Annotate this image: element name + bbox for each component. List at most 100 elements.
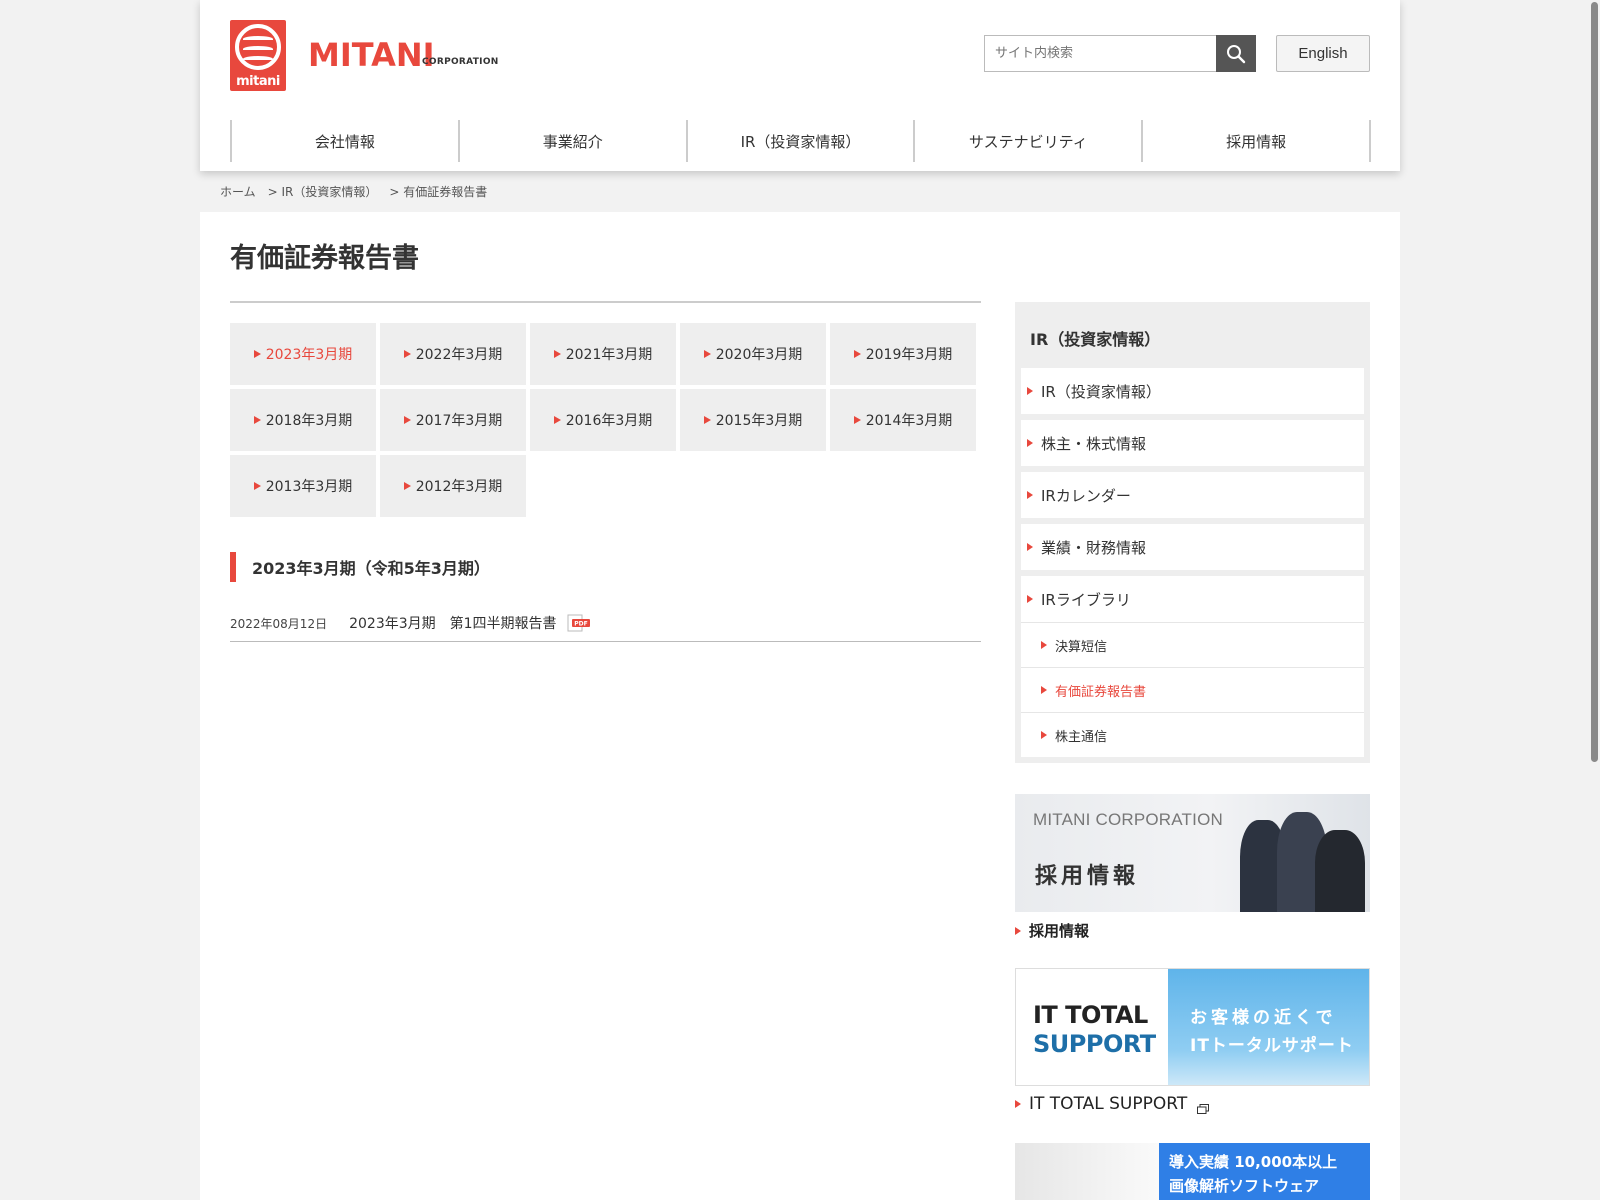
side-nav-subitem-label: 株主通信 bbox=[1055, 729, 1108, 745]
recruit-link[interactable]: 採用情報 bbox=[1015, 920, 1089, 941]
global-nav: 会社情報 事業紹介 IR（投資家情報） サステナビリティ 採用情報 bbox=[230, 120, 1371, 162]
document-link[interactable]: 2023年3月期 第1四半期報告書 bbox=[349, 613, 556, 633]
search-button[interactable] bbox=[1216, 35, 1256, 72]
side-nav-item[interactable]: 業績・財務情報 bbox=[1021, 524, 1364, 570]
it-banner-title-1: IT TOTAL bbox=[1033, 1001, 1148, 1029]
image-analysis-banner[interactable]: 導入実績 10,000本以上 画像解析ソフトウェア bbox=[1015, 1143, 1370, 1200]
triangle-right-icon bbox=[403, 482, 411, 490]
year-tab-label: 2023年3月期 bbox=[265, 347, 353, 363]
triangle-right-icon bbox=[1015, 1100, 1021, 1108]
section-heading: 2023年3月期（令和5年3月期） bbox=[230, 552, 490, 582]
year-tab[interactable]: 2012年3月期 bbox=[380, 455, 526, 517]
side-nav-item-label: 株主・株式情報 bbox=[1041, 434, 1147, 453]
gnav-item-ir[interactable]: IR（投資家情報） bbox=[688, 120, 916, 162]
side-nav-item[interactable]: 株主・株式情報 bbox=[1021, 420, 1364, 466]
it-support-link-label: IT TOTAL SUPPORT bbox=[1029, 1094, 1188, 1114]
gnav-item-business[interactable]: 事業紹介 bbox=[460, 120, 688, 162]
triangle-right-icon bbox=[403, 416, 411, 424]
breadcrumb-current: > 有価証券報告書 bbox=[389, 185, 488, 199]
recruit-banner[interactable]: MITANI CORPORATION 採用情報 bbox=[1015, 794, 1370, 912]
triangle-right-icon bbox=[703, 350, 711, 358]
year-tab[interactable]: 2017年3月期 bbox=[380, 389, 526, 451]
year-tab[interactable]: 2013年3月期 bbox=[230, 455, 376, 517]
triangle-right-icon bbox=[1027, 595, 1033, 603]
logo-wave-icon bbox=[243, 46, 273, 52]
gnav-item-recruit[interactable]: 採用情報 bbox=[1143, 120, 1371, 162]
triangle-right-icon bbox=[253, 350, 261, 358]
side-nav-item-label: 業績・財務情報 bbox=[1041, 538, 1147, 557]
triangle-right-icon bbox=[1027, 543, 1033, 551]
image-banner-line-2: 画像解析ソフトウェア bbox=[1169, 1177, 1320, 1195]
side-nav-item[interactable]: IR（投資家情報） bbox=[1021, 368, 1364, 414]
logo-wave-icon bbox=[243, 56, 273, 62]
person-photo-icon bbox=[1315, 830, 1365, 912]
recruit-banner-title: 採用情報 bbox=[1035, 864, 1140, 889]
year-tab-label: 2018年3月期 bbox=[265, 413, 353, 429]
side-nav-subitem[interactable]: 株主通信 bbox=[1021, 712, 1364, 757]
triangle-right-icon bbox=[1027, 387, 1033, 395]
gnav-item-sustainability[interactable]: サステナビリティ bbox=[915, 120, 1144, 162]
triangle-right-icon bbox=[1041, 686, 1047, 694]
breadcrumb: ホーム > IR（投資家情報） > 有価証券報告書 bbox=[200, 171, 1400, 212]
year-tab-label: 2014年3月期 bbox=[865, 413, 953, 429]
document-row: 2022年08月12日 2023年3月期 第1四半期報告書 PDF bbox=[230, 604, 981, 642]
year-tab-grid: 2023年3月期 2022年3月期 2021年3月期 2020年3月期 2019… bbox=[230, 323, 981, 517]
side-nav-subitem[interactable]: 決算短信 bbox=[1021, 622, 1364, 667]
svg-text:PDF: PDF bbox=[574, 621, 587, 628]
side-nav-item-label: IRカレンダー bbox=[1041, 486, 1131, 505]
side-nav-item[interactable]: IRライブラリ bbox=[1021, 576, 1364, 622]
microscope-photo-icon bbox=[1015, 1143, 1159, 1200]
year-tab[interactable]: 2018年3月期 bbox=[230, 389, 376, 451]
year-tab[interactable]: 2022年3月期 bbox=[380, 323, 526, 385]
page: mitani MITANI CORPORATION English 会社情報 事… bbox=[200, 0, 1400, 1200]
side-nav: IR（投資家情報） IR（投資家情報） 株主・株式情報 IRカレンダー 業績・財… bbox=[1015, 302, 1370, 763]
mitani-logo-mark[interactable]: mitani bbox=[230, 20, 286, 91]
english-button[interactable]: English bbox=[1276, 35, 1370, 72]
year-tab[interactable]: 2014年3月期 bbox=[830, 389, 976, 451]
triangle-right-icon bbox=[1041, 731, 1047, 739]
year-tab[interactable]: 2016年3月期 bbox=[530, 389, 676, 451]
triangle-right-icon bbox=[553, 416, 561, 424]
logo-wave-icon bbox=[243, 36, 273, 42]
year-tab-label: 2016年3月期 bbox=[565, 413, 653, 429]
pdf-icon[interactable]: PDF bbox=[567, 614, 591, 632]
triangle-right-icon bbox=[253, 416, 261, 424]
triangle-right-icon bbox=[703, 416, 711, 424]
year-tab-label: 2012年3月期 bbox=[415, 479, 503, 495]
year-tab-label: 2022年3月期 bbox=[415, 347, 503, 363]
triangle-right-icon bbox=[1041, 641, 1047, 649]
triangle-right-icon bbox=[553, 350, 561, 358]
year-tab[interactable]: 2020年3月期 bbox=[680, 323, 826, 385]
it-banner-copy-2: ITトータルサポート bbox=[1190, 1036, 1354, 1056]
year-tab-label: 2017年3月期 bbox=[415, 413, 503, 429]
it-banner-title-2: SUPPORT bbox=[1033, 1030, 1156, 1058]
year-tab[interactable]: 2019年3月期 bbox=[830, 323, 976, 385]
logo-mark-text: mitani bbox=[236, 74, 280, 89]
year-tab[interactable]: 2023年3月期 bbox=[230, 323, 376, 385]
year-tab-label: 2019年3月期 bbox=[865, 347, 953, 363]
scrollbar-thumb[interactable] bbox=[1591, 2, 1598, 762]
year-tab[interactable]: 2015年3月期 bbox=[680, 389, 826, 451]
side-nav-subitem-label: 決算短信 bbox=[1055, 639, 1108, 655]
side-nav-item[interactable]: IRカレンダー bbox=[1021, 472, 1364, 518]
gnav-item-company[interactable]: 会社情報 bbox=[232, 120, 460, 162]
triangle-right-icon bbox=[1015, 926, 1021, 935]
search-input[interactable] bbox=[985, 36, 1216, 71]
triangle-right-icon bbox=[253, 482, 261, 490]
breadcrumb-home[interactable]: ホーム bbox=[220, 183, 256, 200]
side-nav-subitem-active[interactable]: 有価証券報告書 bbox=[1021, 667, 1364, 712]
page-title: 有価証券報告書 bbox=[230, 243, 419, 274]
it-support-banner[interactable]: IT TOTAL SUPPORT お客様の近くで ITトータルサポート bbox=[1015, 968, 1370, 1086]
document-divider bbox=[230, 641, 981, 642]
breadcrumb-ir[interactable]: > IR（投資家情報） bbox=[268, 183, 378, 200]
it-banner-left: IT TOTAL SUPPORT bbox=[1016, 969, 1168, 1085]
external-link-icon bbox=[1197, 1099, 1210, 1114]
year-tab[interactable]: 2021年3月期 bbox=[530, 323, 676, 385]
triangle-right-icon bbox=[1027, 439, 1033, 447]
it-banner-right: お客様の近くで ITトータルサポート bbox=[1168, 969, 1369, 1085]
image-banner-line-1: 導入実績 10,000本以上 bbox=[1169, 1153, 1338, 1171]
year-tab-label: 2015年3月期 bbox=[715, 413, 803, 429]
logo-wordmark[interactable]: MITANI bbox=[308, 36, 435, 74]
it-support-link[interactable]: IT TOTAL SUPPORT bbox=[1015, 1094, 1210, 1114]
recruit-banner-corp: MITANI CORPORATION bbox=[1033, 810, 1223, 829]
